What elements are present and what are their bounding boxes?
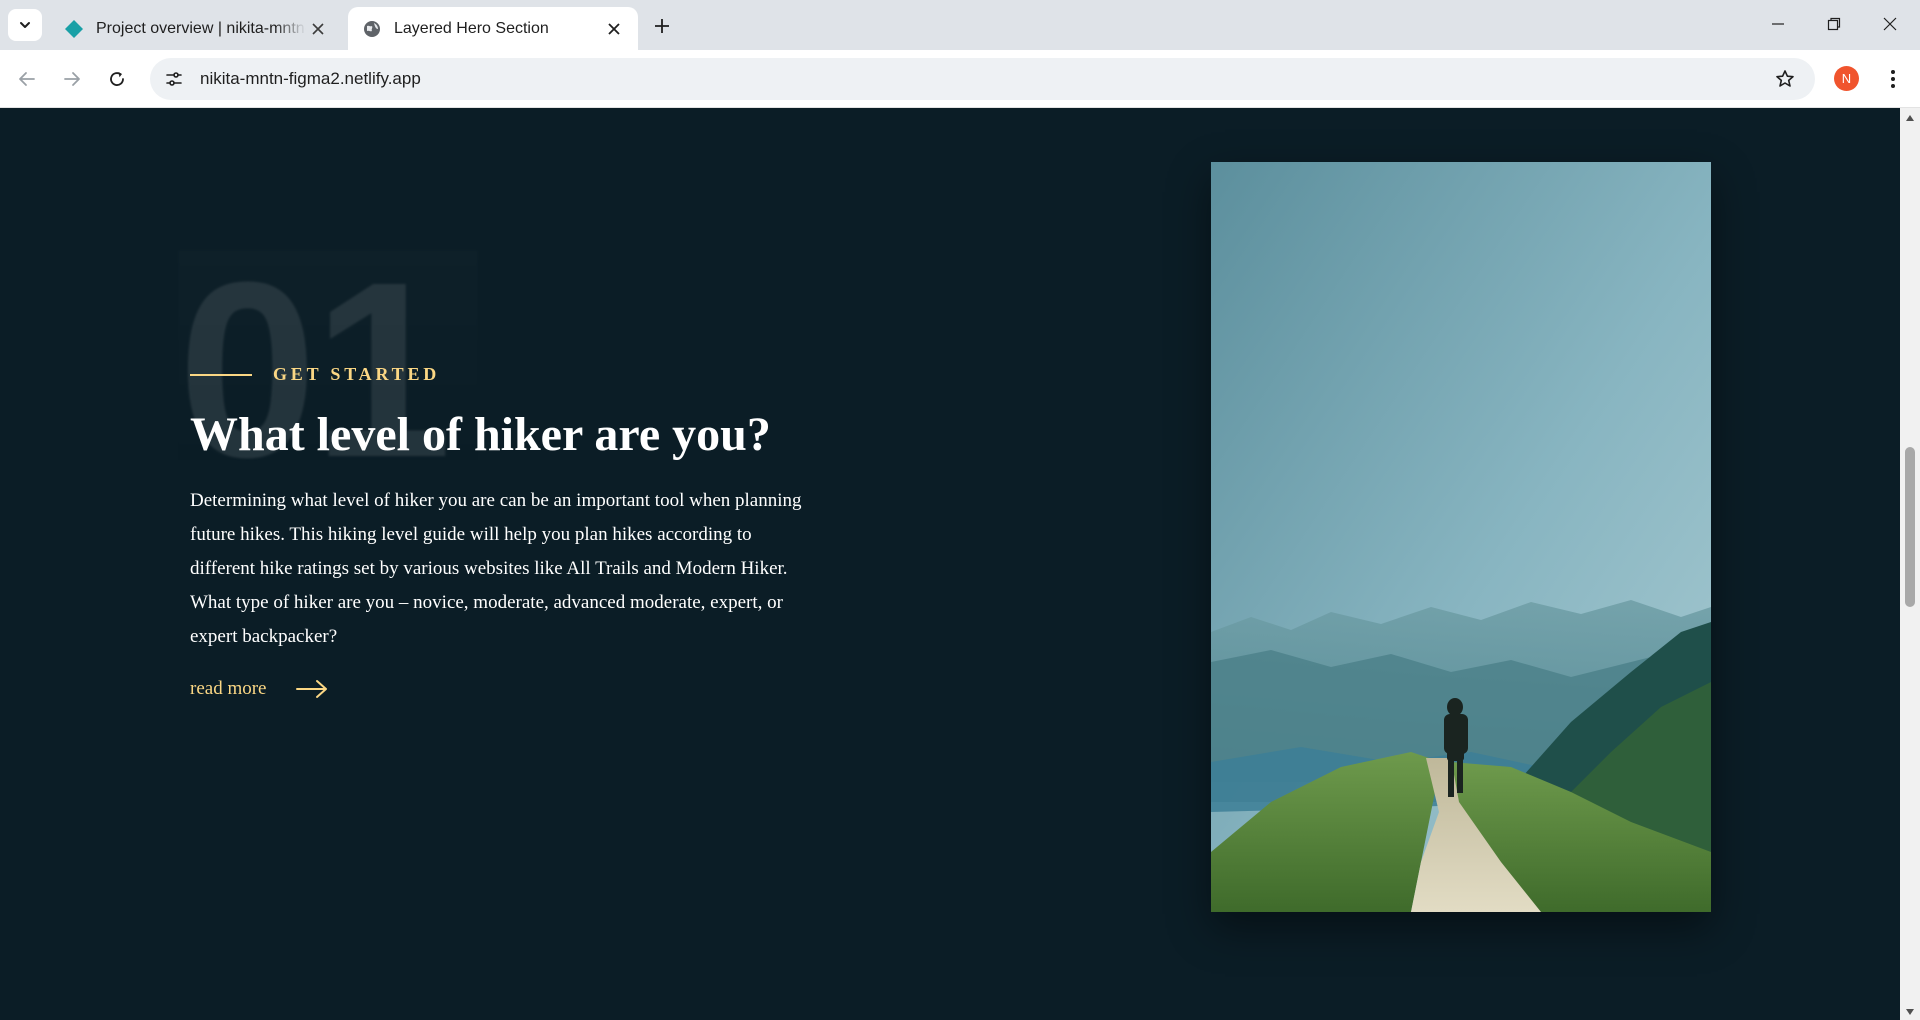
- tab-project-overview[interactable]: Project overview | nikita-mntn-figma2: [50, 7, 342, 50]
- globe-icon: [362, 19, 382, 39]
- address-bar[interactable]: nikita-mntn-figma2.netlify.app: [150, 58, 1815, 100]
- chevron-down-icon: [20, 22, 30, 28]
- reload-icon: [110, 72, 124, 86]
- tune-icon: [166, 72, 182, 86]
- reload-button[interactable]: [100, 62, 134, 96]
- scroll-up-arrow-icon[interactable]: [1904, 112, 1916, 124]
- browser-menu-button[interactable]: [1876, 62, 1910, 96]
- back-button[interactable]: [10, 62, 44, 96]
- restore-button[interactable]: [1806, 0, 1862, 48]
- read-more-link[interactable]: read more: [190, 678, 328, 700]
- more-vertical-icon: [1891, 70, 1895, 88]
- tab-title: Project overview | nikita-mntn-figma2: [96, 19, 306, 37]
- site-info-button[interactable]: [156, 61, 192, 97]
- eyebrow: GET STARTED: [190, 364, 440, 385]
- forward-button[interactable]: [55, 62, 89, 96]
- scroll-thumb[interactable]: [1905, 447, 1915, 607]
- page-scrollbar[interactable]: [1900, 108, 1920, 1020]
- tab-layered-hero-section[interactable]: Layered Hero Section: [348, 7, 638, 50]
- close-icon[interactable]: [602, 17, 626, 41]
- read-more-label: read more: [190, 678, 267, 699]
- scroll-down-arrow-icon[interactable]: [1904, 1006, 1916, 1018]
- tab-title: Layered Hero Section: [394, 19, 549, 37]
- arrow-right-icon: [64, 72, 80, 86]
- section-body: Determining what level of hiker you are …: [190, 490, 802, 647]
- restore-icon: [1827, 17, 1841, 31]
- close-icon: [1883, 17, 1897, 31]
- url-text: nikita-mntn-figma2.netlify.app: [200, 69, 421, 88]
- star-icon: [1776, 70, 1794, 87]
- page-viewport: 01 GET STARTED What level of hiker are y…: [0, 108, 1900, 1020]
- profile-avatar[interactable]: N: [1834, 66, 1859, 91]
- close-window-button[interactable]: [1862, 0, 1918, 48]
- hiker-image: [1211, 162, 1711, 912]
- eyebrow-rule: [190, 373, 252, 376]
- new-tab-button[interactable]: [648, 12, 676, 40]
- netlify-diamond-icon: [64, 19, 84, 39]
- bookmark-button[interactable]: [1767, 61, 1803, 97]
- section-heading: What level of hiker are you?: [190, 408, 771, 461]
- eyebrow-label: GET STARTED: [273, 364, 441, 384]
- minimize-icon: [1772, 23, 1784, 25]
- close-icon[interactable]: [306, 17, 330, 41]
- browser-toolbar: nikita-mntn-figma2.netlify.app N: [0, 50, 1920, 108]
- tab-search-button[interactable]: [8, 9, 42, 41]
- arrow-left-icon: [19, 72, 35, 86]
- plus-icon: [655, 19, 669, 33]
- minimize-button[interactable]: [1750, 0, 1806, 48]
- tab-strip: Project overview | nikita-mntn-figma2 La…: [0, 0, 1920, 50]
- arrow-right-icon: [296, 679, 328, 699]
